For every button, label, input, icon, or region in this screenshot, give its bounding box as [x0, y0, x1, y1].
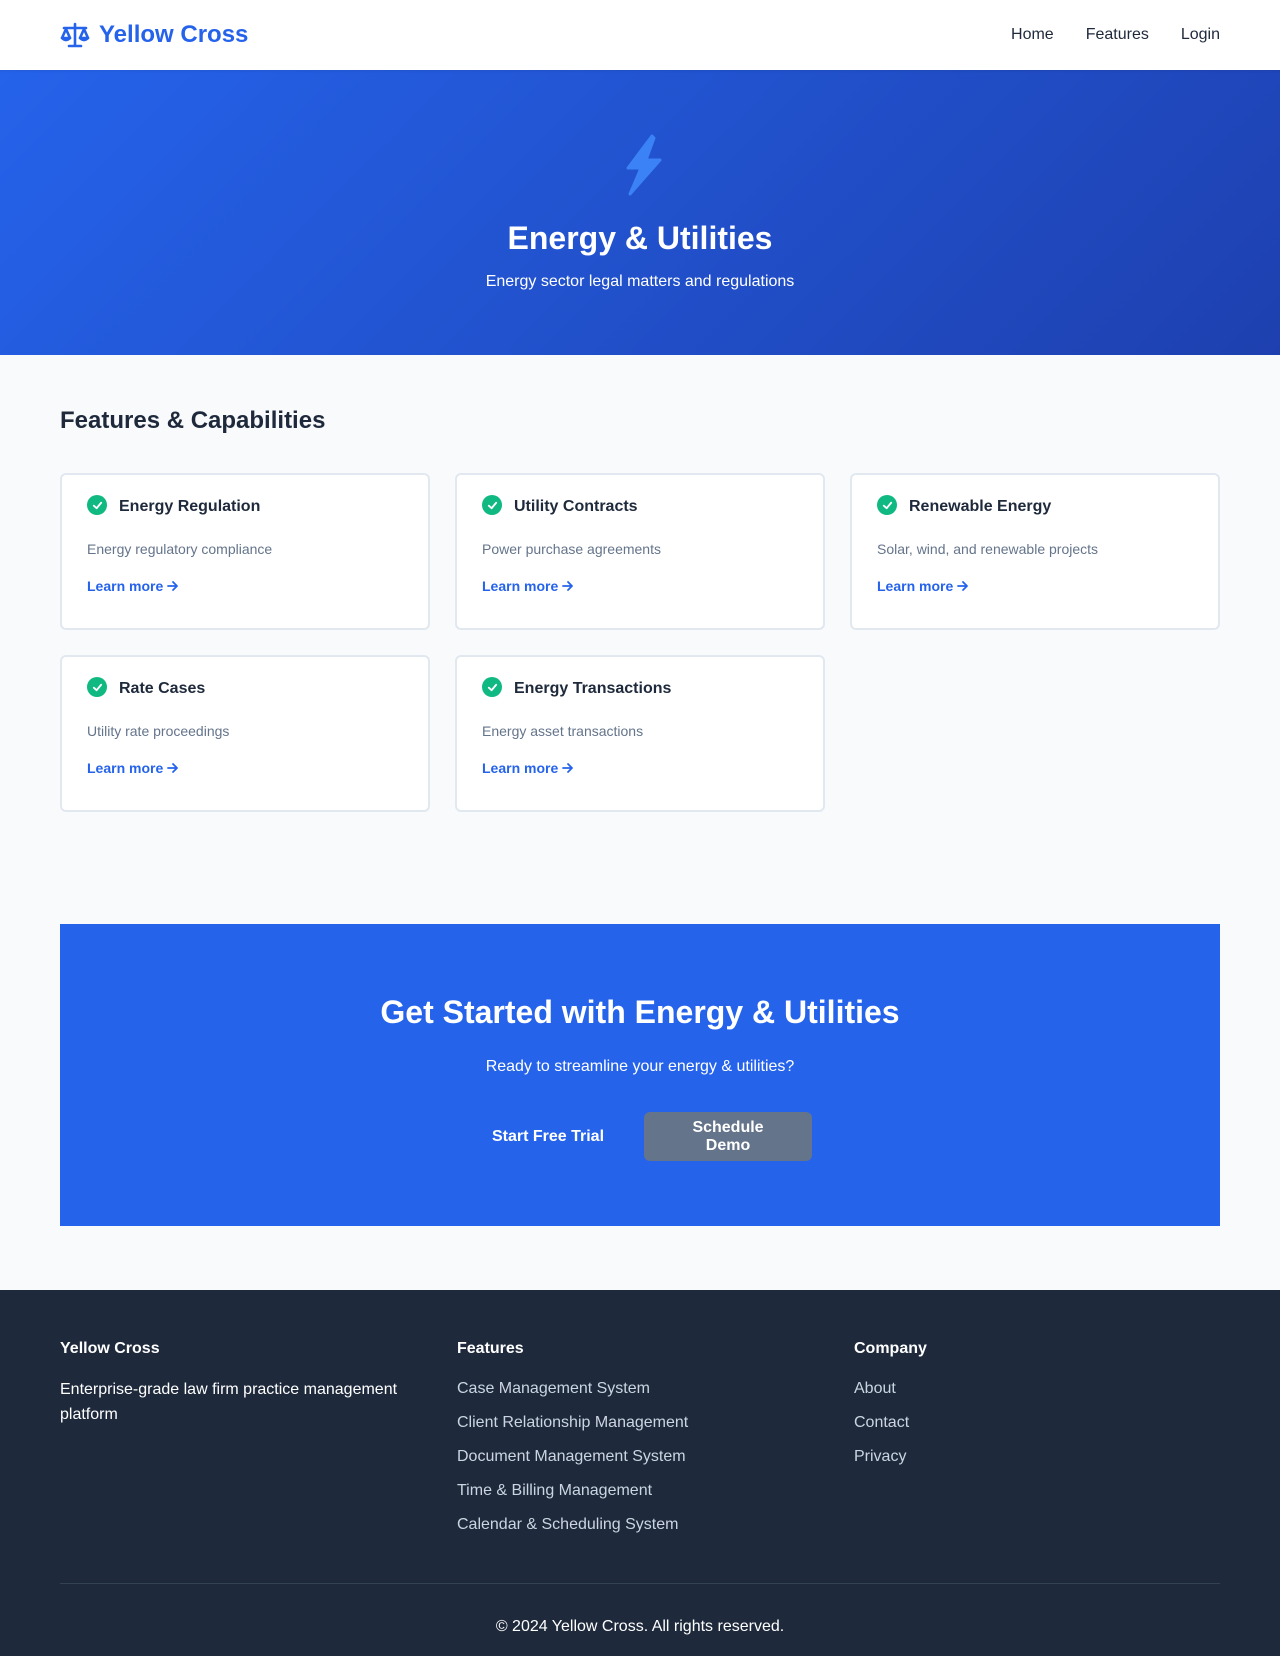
- footer-link-privacy[interactable]: Privacy: [854, 1448, 906, 1465]
- features-heading: Features & Capabilities: [60, 407, 326, 434]
- check-circle-icon: [482, 495, 502, 515]
- footer-link-time-billing[interactable]: Time & Billing Management: [457, 1482, 652, 1499]
- footer-link-about[interactable]: About: [854, 1380, 896, 1397]
- feature-card-title: Renewable Energy: [909, 498, 1052, 515]
- learn-more-link[interactable]: Learn more: [877, 578, 969, 594]
- learn-more-link[interactable]: Learn more: [482, 578, 574, 594]
- learn-more-label: Learn more: [87, 760, 164, 776]
- learn-more-link[interactable]: Learn more: [87, 760, 179, 776]
- arrow-right-icon: [562, 581, 574, 591]
- arrow-right-icon: [957, 581, 969, 591]
- brand-link[interactable]: Yellow Cross: [60, 21, 248, 49]
- page-subtitle: Energy sector legal matters and regulati…: [485, 273, 795, 290]
- feature-card-rate-cases: Rate Cases Utility rate proceedings Lear…: [60, 655, 430, 812]
- footer-features-heading: Features: [457, 1340, 524, 1357]
- footer-link-document-management[interactable]: Document Management System: [457, 1448, 686, 1465]
- feature-card-renewable-energy: Renewable Energy Solar, wind, and renewa…: [850, 473, 1220, 630]
- feature-card-description: Energy asset transactions: [482, 723, 644, 739]
- cta-buttons: Start Free Trial Schedule Demo: [60, 1112, 1220, 1161]
- feature-card-description: Solar, wind, and renewable projects: [877, 541, 1099, 557]
- footer-company-heading: Company: [854, 1340, 927, 1357]
- hero-section: Energy & Utilities Energy sector legal m…: [0, 70, 1280, 355]
- learn-more-label: Learn more: [482, 760, 559, 776]
- footer-link-contact[interactable]: Contact: [854, 1414, 909, 1431]
- footer: Yellow Cross Enterprise-grade law firm p…: [0, 1290, 1280, 1656]
- feature-card-title: Energy Regulation: [119, 498, 261, 515]
- learn-more-link[interactable]: Learn more: [87, 578, 179, 594]
- page-title: Energy & Utilities: [507, 220, 773, 256]
- features-section: Features & Capabilities Energy Regulatio…: [0, 355, 1280, 812]
- cta-section: Get Started with Energy & Utilities Read…: [60, 924, 1220, 1226]
- feature-card-description: Power purchase agreements: [482, 541, 661, 557]
- brand-name: Yellow Cross: [99, 21, 249, 48]
- arrow-right-icon: [562, 763, 574, 773]
- check-circle-icon: [877, 495, 897, 515]
- start-free-trial-button[interactable]: Start Free Trial: [467, 1112, 629, 1161]
- feature-card-energy-regulation: Energy Regulation Energy regulatory comp…: [60, 473, 430, 630]
- lightning-bolt-icon: [626, 134, 662, 196]
- feature-card-energy-transactions: Energy Transactions Energy asset transac…: [455, 655, 825, 812]
- footer-company-column: Company About Contact Privacy: [854, 1340, 1220, 1547]
- footer-brand: Yellow Cross: [60, 1340, 160, 1357]
- footer-link-calendar-scheduling[interactable]: Calendar & Scheduling System: [457, 1516, 678, 1533]
- arrow-right-icon: [167, 763, 179, 773]
- learn-more-label: Learn more: [482, 578, 559, 594]
- check-circle-icon: [482, 677, 502, 697]
- nav-features[interactable]: Features: [1086, 26, 1149, 44]
- feature-card-utility-contracts: Utility Contracts Power purchase agreeme…: [455, 473, 825, 630]
- cta-title: Get Started with Energy & Utilities: [380, 994, 900, 1030]
- feature-card-title: Rate Cases: [119, 680, 206, 697]
- features-grid: Energy Regulation Energy regulatory comp…: [60, 473, 1220, 812]
- check-circle-icon: [87, 677, 107, 697]
- nav-login[interactable]: Login: [1181, 26, 1220, 44]
- footer-link-client-relationship[interactable]: Client Relationship Management: [457, 1414, 688, 1431]
- navbar: Yellow Cross Home Features Login: [0, 0, 1280, 70]
- footer-features-column: Features Case Management System Client R…: [457, 1340, 854, 1547]
- feature-card-title: Energy Transactions: [514, 680, 672, 697]
- cta-subtitle: Ready to streamline your energy & utilit…: [485, 1058, 795, 1075]
- footer-about-text: Enterprise-grade law firm practice manag…: [60, 1381, 398, 1423]
- copyright: © 2024 Yellow Cross. All rights reserved…: [60, 1583, 1220, 1636]
- feature-card-description: Energy regulatory compliance: [87, 541, 273, 557]
- footer-about-column: Yellow Cross Enterprise-grade law firm p…: [60, 1340, 457, 1547]
- learn-more-link[interactable]: Learn more: [482, 760, 574, 776]
- check-circle-icon: [87, 495, 107, 515]
- schedule-demo-button[interactable]: Schedule Demo: [644, 1112, 813, 1161]
- arrow-right-icon: [167, 581, 179, 591]
- feature-card-title: Utility Contracts: [514, 498, 638, 515]
- learn-more-label: Learn more: [87, 578, 164, 594]
- balance-scale-icon: [60, 22, 90, 48]
- feature-card-description: Utility rate proceedings: [87, 723, 230, 739]
- main-nav: Home Features Login: [1011, 26, 1220, 44]
- learn-more-label: Learn more: [877, 578, 954, 594]
- nav-home[interactable]: Home: [1011, 26, 1054, 44]
- footer-link-case-management[interactable]: Case Management System: [457, 1380, 650, 1397]
